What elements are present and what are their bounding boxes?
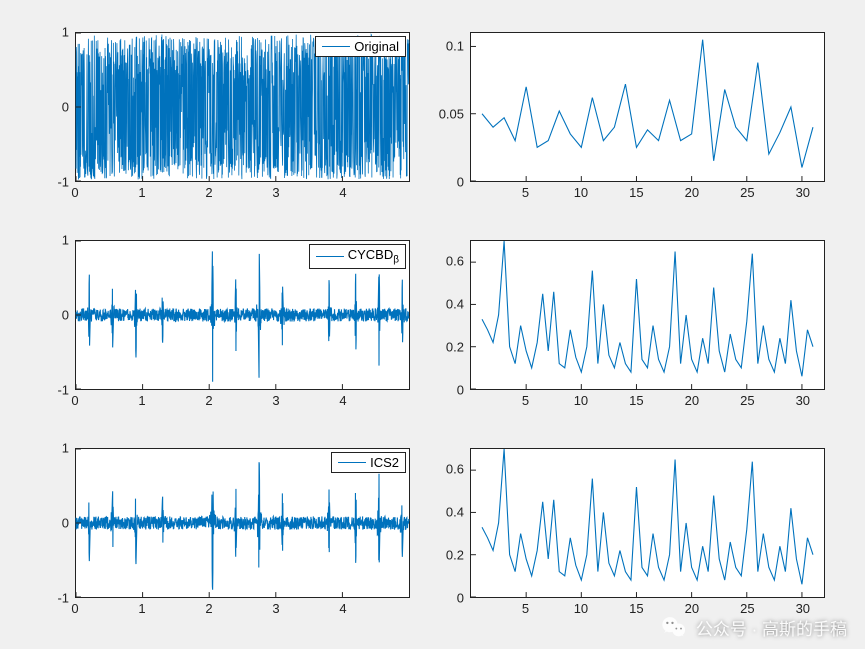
- xtick-label: 5: [522, 601, 529, 616]
- xtick-label: 10: [574, 601, 588, 616]
- xtick-label: 15: [629, 185, 643, 200]
- legend-label: CYCBDβ: [348, 247, 399, 266]
- ytick-label: 0.6: [446, 254, 464, 269]
- xtick-label: 3: [272, 185, 279, 200]
- ytick-label: 0.4: [446, 297, 464, 312]
- legend-swatch: [338, 462, 366, 463]
- subplot-r1c2: [470, 32, 825, 182]
- subplot-r2c2: [470, 240, 825, 390]
- ytick-label: 0: [62, 100, 69, 115]
- legend-label: Original: [354, 39, 399, 54]
- xtick-label: 4: [339, 185, 346, 200]
- xtick-label: 10: [574, 185, 588, 200]
- ytick-label: 0.05: [439, 106, 464, 121]
- ytick-label: 0: [62, 308, 69, 323]
- xtick-label: 3: [272, 393, 279, 408]
- series-line: [482, 40, 813, 168]
- watermark: 公众号 · 高斯的手稿: [660, 613, 847, 641]
- ytick-label: 0.4: [446, 505, 464, 520]
- xtick-label: 2: [205, 185, 212, 200]
- xtick-label: 0: [71, 393, 78, 408]
- xtick-label: 20: [685, 393, 699, 408]
- ytick-label: 0.6: [446, 462, 464, 477]
- ytick-label: 1: [62, 233, 69, 248]
- ytick-label: 0.2: [446, 548, 464, 563]
- watermark-text: 公众号 · 高斯的手稿: [696, 615, 847, 640]
- xtick-label: 10: [574, 393, 588, 408]
- xtick-label: 20: [685, 601, 699, 616]
- xtick-label: 30: [796, 601, 810, 616]
- xtick-label: 1: [138, 393, 145, 408]
- xtick-label: 0: [71, 185, 78, 200]
- xtick-label: 15: [629, 601, 643, 616]
- xtick-label: 1: [138, 185, 145, 200]
- ytick-label: 0: [457, 175, 464, 190]
- xtick-label: 4: [339, 601, 346, 616]
- subplot-r3c2: [470, 448, 825, 598]
- xtick-label: 5: [522, 185, 529, 200]
- ytick-label: 0.2: [446, 340, 464, 355]
- wechat-icon: [660, 613, 688, 641]
- legend: Original: [315, 36, 406, 57]
- xtick-label: 4: [339, 393, 346, 408]
- ytick-label: -1: [57, 383, 69, 398]
- series-line: [482, 241, 813, 376]
- xtick-label: 15: [629, 393, 643, 408]
- xtick-label: 20: [685, 185, 699, 200]
- figure-area: 公众号 · 高斯的手稿 01234-101Original51015202530…: [0, 0, 865, 649]
- xtick-label: 30: [796, 185, 810, 200]
- xtick-label: 25: [740, 185, 754, 200]
- series-line: [76, 462, 409, 590]
- xtick-label: 25: [740, 601, 754, 616]
- xtick-label: 25: [740, 393, 754, 408]
- ytick-label: -1: [57, 175, 69, 190]
- xtick-label: 5: [522, 393, 529, 408]
- series-line: [482, 449, 813, 584]
- legend-label: ICS2: [370, 455, 399, 470]
- ytick-label: 0: [62, 516, 69, 531]
- ytick-label: 1: [62, 441, 69, 456]
- ytick-label: -1: [57, 591, 69, 606]
- xtick-label: 30: [796, 393, 810, 408]
- legend-swatch: [322, 46, 350, 47]
- ytick-label: 0: [457, 383, 464, 398]
- xtick-label: 2: [205, 393, 212, 408]
- legend: CYCBDβ: [309, 244, 406, 269]
- xtick-label: 1: [138, 601, 145, 616]
- ytick-label: 1: [62, 25, 69, 40]
- legend: ICS2: [331, 452, 406, 473]
- xtick-label: 0: [71, 601, 78, 616]
- ytick-label: 0: [457, 591, 464, 606]
- series-line: [76, 251, 409, 381]
- xtick-label: 2: [205, 601, 212, 616]
- legend-swatch: [316, 256, 344, 257]
- xtick-label: 3: [272, 601, 279, 616]
- ytick-label: 0.1: [446, 38, 464, 53]
